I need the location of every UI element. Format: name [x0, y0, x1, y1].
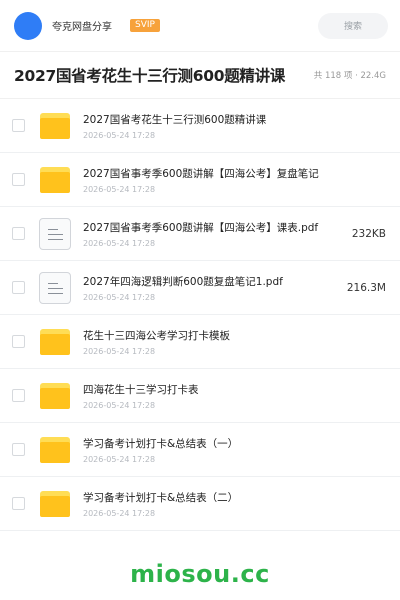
file-size: 232KB — [351, 227, 386, 240]
file-row[interactable]: 花生十三四海公考学习打卡模板 2026-05-24 17:28 — [0, 315, 400, 369]
file-size: 216.3M — [346, 281, 386, 294]
folder-icon — [39, 326, 71, 358]
file-info: 学习备考计划打卡&总结表（一） 2026-05-24 17:28 — [83, 436, 386, 464]
page-title: 2027国省考花生十三行测600题精讲课 — [14, 67, 285, 85]
file-row[interactable]: 2027国省事考季600题讲解【四海公考】复盘笔记 2026-05-24 17:… — [0, 153, 400, 207]
file-date: 2026-05-24 17:28 — [83, 130, 156, 140]
folder-icon — [39, 434, 71, 466]
file-info: 花生十三四海公考学习打卡模板 2026-05-24 17:28 — [83, 328, 386, 356]
file-info: 2027国省事考季600题讲解【四海公考】课表.pdf 2026-05-24 1… — [83, 220, 344, 248]
file-info: 2027年四海逻辑判断600题复盘笔记1.pdf 2026-05-24 17:2… — [83, 274, 339, 302]
file-name[interactable]: 2027年四海逻辑判断600题复盘笔记1.pdf — [83, 274, 339, 289]
document-icon — [39, 217, 71, 250]
file-row[interactable]: 四海花生十三学习打卡表 2026-05-24 17:28 — [0, 369, 400, 423]
file-info: 2027国省事考季600题讲解【四海公考】复盘笔记 2026-05-24 17:… — [83, 166, 386, 194]
row-checkbox[interactable] — [12, 119, 25, 132]
file-name[interactable]: 学习备考计划打卡&总结表（一） — [83, 436, 386, 451]
row-checkbox[interactable] — [12, 281, 25, 294]
file-name[interactable]: 学习备考计划打卡&总结表（二） — [83, 490, 386, 505]
file-info: 2027国省考花生十三行测600题精讲课 2026-05-24 17:28 — [83, 112, 386, 140]
file-row[interactable]: 2027年四海逻辑判断600题复盘笔记1.pdf 2026-05-24 17:2… — [0, 261, 400, 315]
owner-name[interactable]: 夸克网盘分享 — [52, 18, 112, 33]
site-watermark: miosou.cc — [130, 560, 270, 588]
file-date: 2026-05-24 17:28 — [83, 184, 156, 194]
file-name[interactable]: 2027国省事考季600题讲解【四海公考】课表.pdf — [83, 220, 344, 235]
file-date: 2026-05-24 17:28 — [83, 346, 156, 356]
file-list: 2027国省考花生十三行测600题精讲课 2026-05-24 17:28 20… — [0, 98, 400, 531]
file-row[interactable]: 2027国省考花生十三行测600题精讲课 2026-05-24 17:28 — [0, 99, 400, 153]
owner-avatar[interactable] — [14, 11, 42, 40]
row-checkbox[interactable] — [12, 497, 25, 510]
row-checkbox[interactable] — [12, 443, 25, 456]
file-name[interactable]: 2027国省事考季600题讲解【四海公考】复盘笔记 — [83, 166, 386, 181]
file-date: 2026-05-24 17:28 — [83, 400, 156, 410]
svip-badge: SVIP — [130, 19, 160, 32]
row-checkbox[interactable] — [12, 227, 25, 240]
file-date: 2026-05-24 17:28 — [83, 238, 156, 248]
file-name[interactable]: 2027国省考花生十三行测600题精讲课 — [83, 112, 386, 127]
file-row[interactable]: 学习备考计划打卡&总结表（二） 2026-05-24 17:28 — [0, 477, 400, 531]
folder-icon — [39, 110, 71, 142]
row-checkbox[interactable] — [12, 173, 25, 186]
file-date: 2026-05-24 17:28 — [83, 508, 156, 518]
file-name[interactable]: 花生十三四海公考学习打卡模板 — [83, 328, 386, 343]
file-row[interactable]: 学习备考计划打卡&总结表（一） 2026-05-24 17:28 — [0, 423, 400, 477]
row-checkbox[interactable] — [12, 335, 25, 348]
header-bar: 夸克网盘分享 SVIP 搜索 — [0, 0, 400, 52]
share-title-bar: 2027国省考花生十三行测600题精讲课 共 118 项 · 22.4G — [0, 52, 400, 98]
file-info: 四海花生十三学习打卡表 2026-05-24 17:28 — [83, 382, 386, 410]
row-checkbox[interactable] — [12, 389, 25, 402]
file-name[interactable]: 四海花生十三学习打卡表 — [83, 382, 386, 397]
folder-icon — [39, 380, 71, 412]
file-date: 2026-05-24 17:28 — [83, 292, 156, 302]
folder-icon — [39, 488, 71, 520]
share-meta: 共 118 项 · 22.4G — [313, 71, 386, 81]
file-date: 2026-05-24 17:28 — [83, 454, 156, 464]
search-input[interactable]: 搜索 — [318, 12, 388, 39]
file-row[interactable]: 2027国省事考季600题讲解【四海公考】课表.pdf 2026-05-24 1… — [0, 207, 400, 261]
folder-icon — [39, 164, 71, 196]
file-info: 学习备考计划打卡&总结表（二） 2026-05-24 17:28 — [83, 490, 386, 518]
document-icon — [39, 271, 71, 304]
